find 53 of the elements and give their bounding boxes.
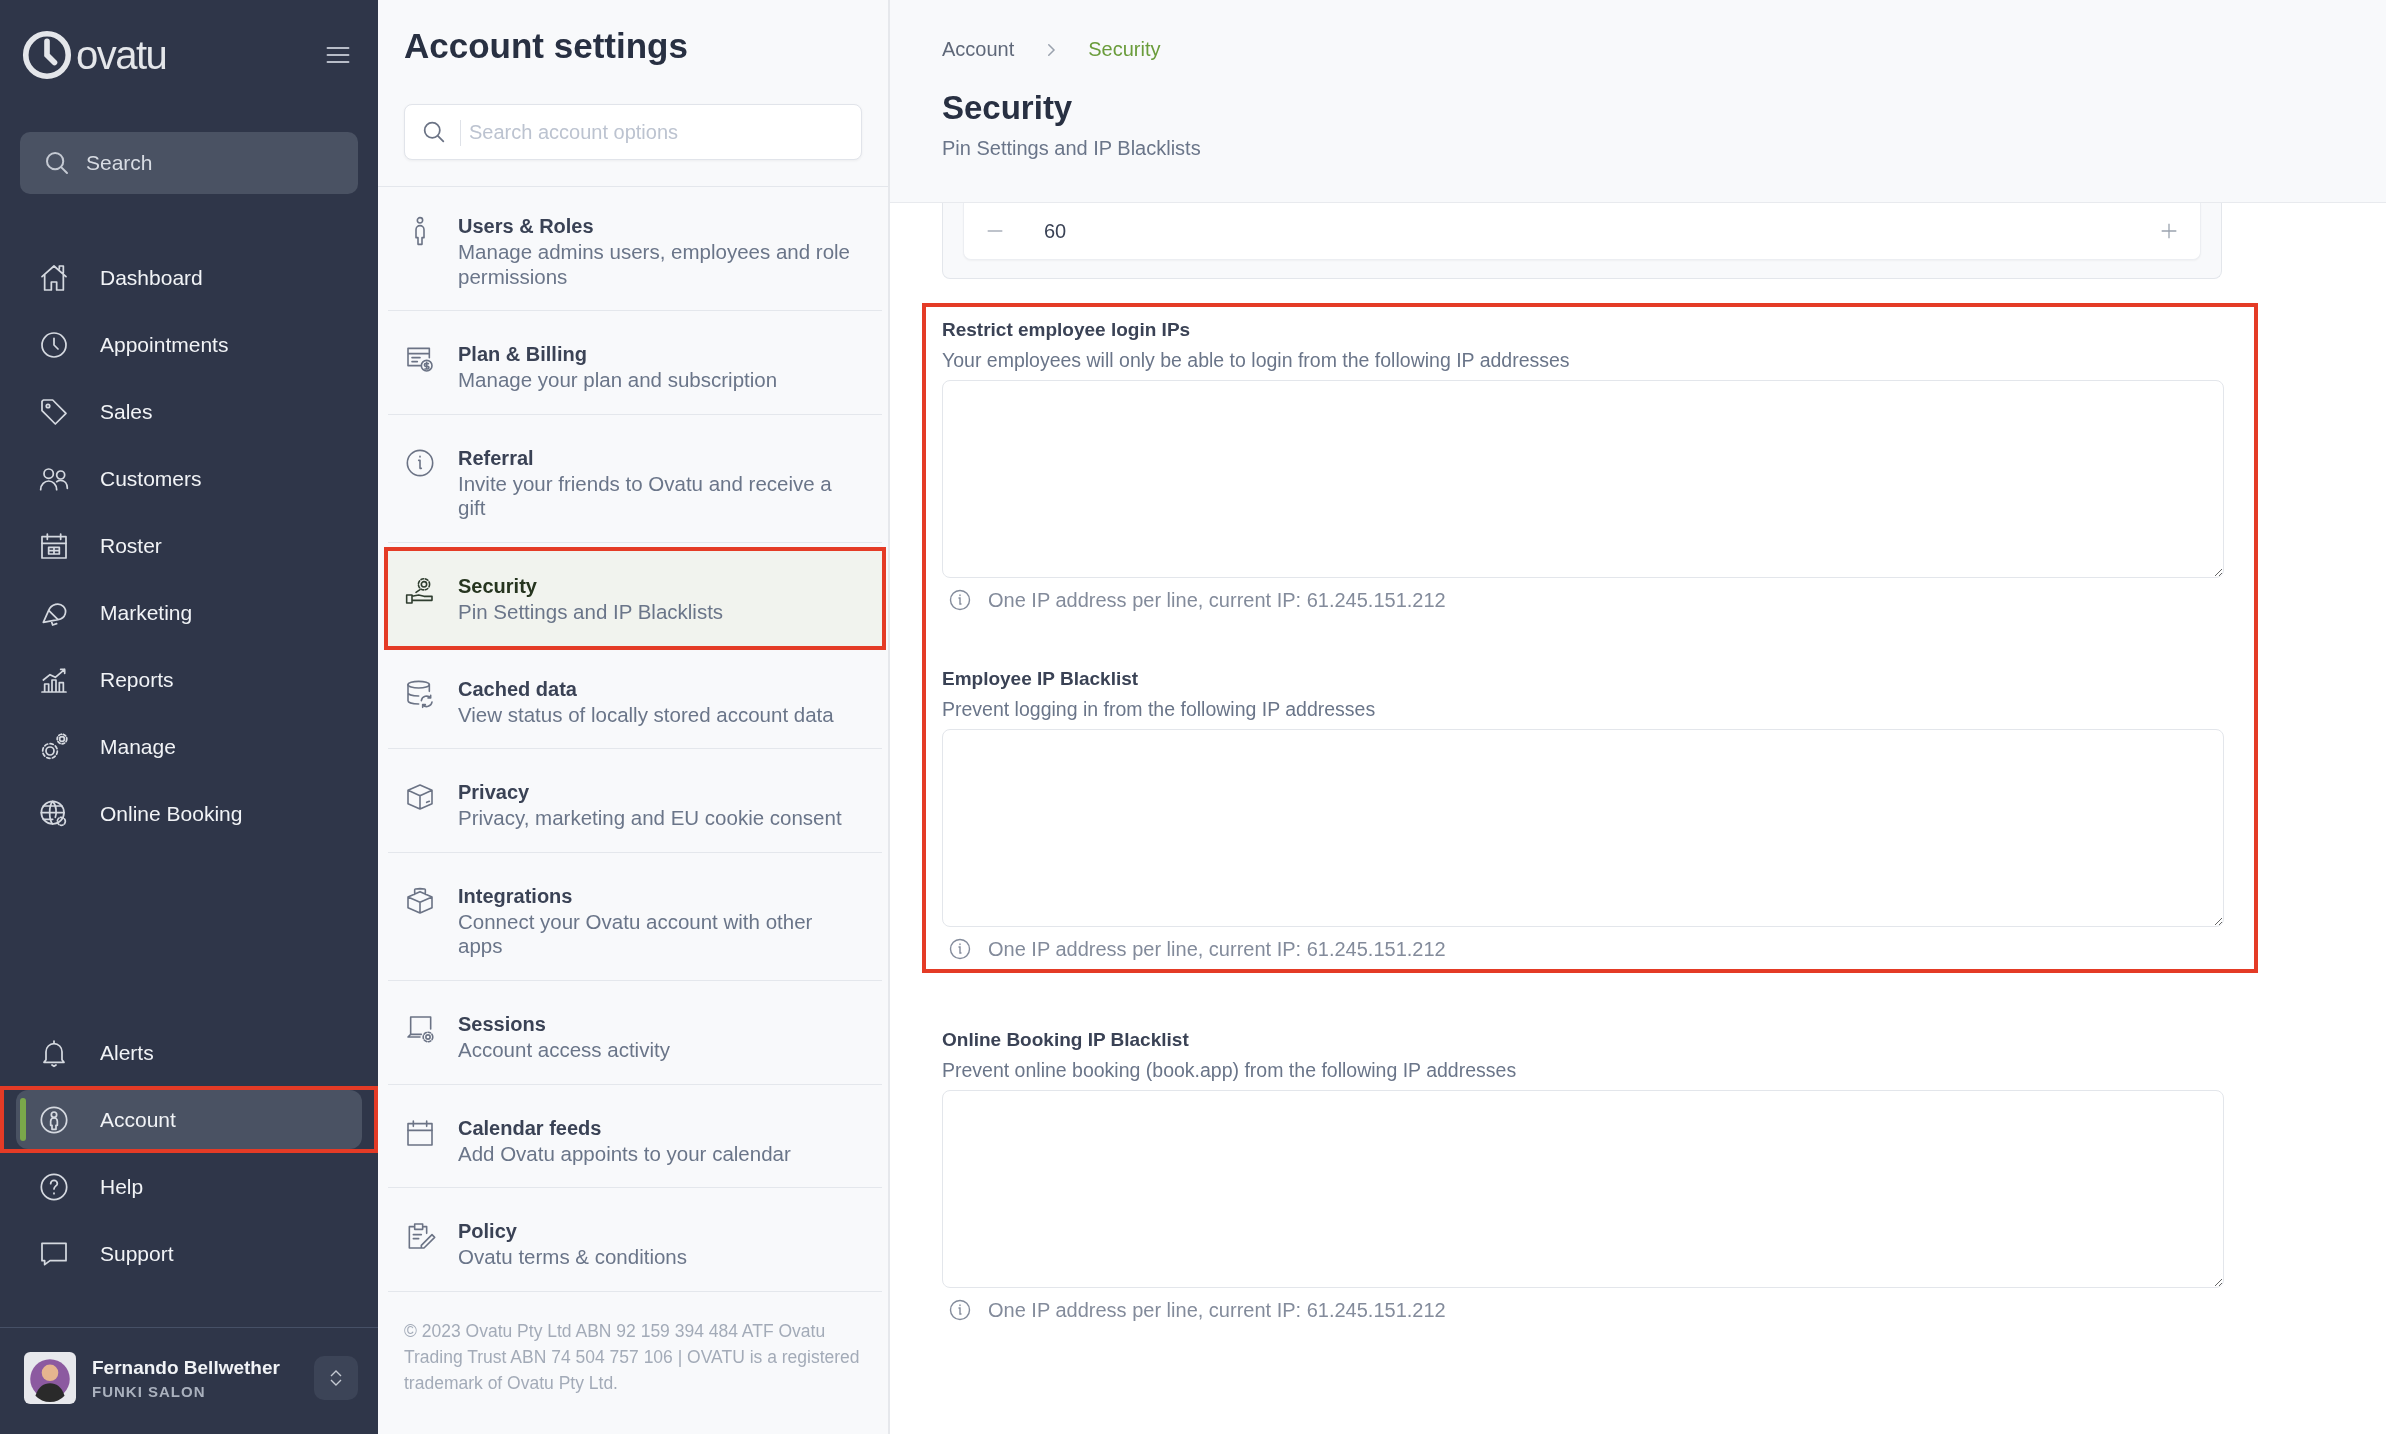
settings-item[interactable]: Sessions Account access activity: [388, 988, 882, 1085]
info-icon: [948, 937, 972, 961]
info-icon: [948, 1298, 972, 1322]
organization-name: FUNKI SALON: [92, 1382, 207, 1400]
settings-item[interactable]: Calendar feeds Add Ovatu appoints to your calendar: [388, 1092, 882, 1189]
logo[interactable]: ovatu: [22, 30, 167, 80]
info-icon: [948, 588, 972, 612]
search-field[interactable]: Search account options: [404, 104, 862, 160]
field-label: Online Booking IP Blacklist: [942, 1029, 1190, 1051]
nav-item[interactable]: Online Booking: [16, 784, 362, 843]
text-area[interactable]: [942, 729, 2224, 927]
nav-item[interactable]: Manage: [16, 717, 362, 776]
user-name: Fernando Bellwether: [92, 1356, 281, 1379]
help-icon: [38, 1170, 70, 1203]
field-description: Prevent logging in from the following IP addresses: [942, 698, 1377, 721]
panel-title: Account settings: [404, 26, 689, 66]
settings-item[interactable]: Privacy Privacy, marketing and EU cookie consent: [388, 757, 882, 853]
text-area[interactable]: [942, 380, 2224, 578]
text-area[interactable]: [942, 1090, 2224, 1288]
hint-text: One IP address per line, current IP: 61.245.151.212: [988, 1298, 1446, 1322]
person-circle-icon: [38, 1103, 70, 1136]
nav-item[interactable]: Alerts: [16, 1023, 362, 1082]
nav-item[interactable]: Customers: [16, 449, 362, 508]
nav-item[interactable]: Account: [16, 1090, 362, 1149]
settings-item[interactable]: Policy Ovatu terms & conditions: [388, 1196, 882, 1292]
page-subtitle: Pin Settings and IP Blacklists: [942, 137, 1202, 160]
field-description: Prevent online booking (book.app) from the following IP addresses: [942, 1059, 1518, 1082]
settings-item[interactable]: Referral Invite your friends to Ovatu and receive a gift: [388, 422, 882, 543]
avatar[interactable]: [24, 1352, 76, 1404]
settings-item[interactable]: Users & Roles Manage admins users, employees and role permissions: [388, 191, 882, 312]
nav-item[interactable]: Roster: [16, 516, 362, 575]
nav-item[interactable]: Appointments: [16, 315, 362, 374]
search-field[interactable]: Search: [20, 132, 358, 194]
hint-text: One IP address per line, current IP: 61.245.151.212: [988, 588, 1446, 612]
field-description: Your employees will only be able to login from the following IP addresses: [942, 349, 1571, 372]
breadcrumb-link[interactable]: Account: [942, 38, 1015, 61]
nav-item[interactable]: Support: [16, 1224, 362, 1283]
switch-button[interactable]: [314, 1356, 358, 1400]
nav-item[interactable]: Reports: [16, 650, 362, 709]
page-title: Security: [942, 89, 1074, 127]
nav-item[interactable]: Dashboard: [16, 248, 362, 307]
settings-item[interactable]: Plan & Billing Manage your plan and subscription: [388, 319, 882, 415]
nav-item[interactable]: Help: [16, 1157, 362, 1216]
settings-item[interactable]: Integrations Connect your Ovatu account with other apps: [388, 860, 882, 981]
field-label: Employee IP Blacklist: [942, 668, 1140, 690]
field-label: Restrict employee login IPs: [942, 319, 1192, 341]
nav-item[interactable]: Marketing: [16, 583, 362, 642]
copyright-text: © 2023 Ovatu Pty Ltd ABN 92 159 394 484 ATF Ovatu Trading Trust ABN 74 504 757 106 | OVATU is a registered trademark of Ovatu Pty Ltd.: [404, 1319, 861, 1396]
number-stepper[interactable]: 60: [963, 203, 2201, 260]
nav-item[interactable]: Sales: [16, 382, 362, 441]
settings-item[interactable]: Security Pin Settings and IP Blacklists: [388, 550, 882, 646]
hint-text: One IP address per line, current IP: 61.245.151.212: [988, 937, 1446, 961]
settings-item[interactable]: Cached data View status of locally stored account data: [388, 653, 882, 750]
